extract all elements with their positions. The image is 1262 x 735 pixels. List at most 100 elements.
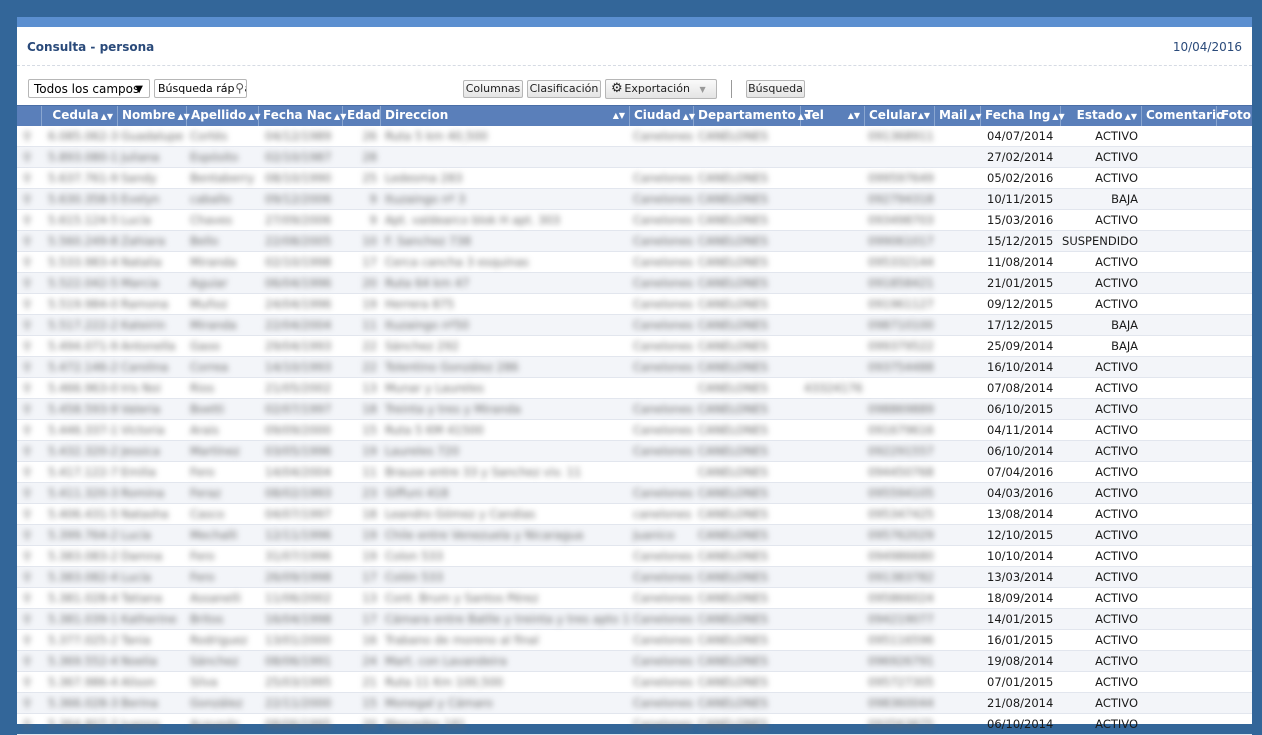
table-row[interactable]: ⚲ 5.383.082-4 Lucía Fero 26/09/1998 17 Colón 5… xyxy=(17,567,1252,588)
cell-fn: 08/06/1995 xyxy=(265,717,332,731)
view-record-icon[interactable]: ⚲ xyxy=(23,399,39,420)
view-record-icon[interactable]: ⚲ xyxy=(23,714,39,735)
view-record-icon[interactable]: ⚲ xyxy=(23,546,39,567)
table-row[interactable]: ⚲ 5.533.983-4 Natalia Miranda 02/10/1998 17 Ce… xyxy=(17,252,1252,273)
header-mail[interactable]: Mail ▲▼ xyxy=(935,106,982,126)
table-row[interactable]: ⚲ 5.472.146-2 Carolina Correa 14/10/1993 22 To… xyxy=(17,357,1252,378)
cell-ciu: Canelones xyxy=(633,171,694,185)
field-select[interactable]: Todos los campos ▼ xyxy=(28,79,150,98)
header-estado[interactable]: Estado ▲▼ xyxy=(1061,106,1142,126)
view-record-icon[interactable]: ⚲ xyxy=(23,294,39,315)
view-record-icon[interactable]: ⚲ xyxy=(23,252,39,273)
cell-ape: Mechalli xyxy=(190,528,238,542)
table-row[interactable]: ⚲ 5.458.593-9 Valeria Boetti 02/07/1997 18 Tre… xyxy=(17,399,1252,420)
header-foto[interactable]: Foto xyxy=(1217,106,1252,126)
header-ciudad[interactable]: Ciudad ▲▼ xyxy=(630,106,695,126)
cell-nom: Zahiara xyxy=(121,234,166,248)
cell-nom: Ivanna xyxy=(121,717,160,731)
view-record-icon[interactable]: ⚲ xyxy=(23,210,39,231)
table-row[interactable]: ⚲ 5.519.984-0 Ramona Muñoz 24/04/1996 19 Herre… xyxy=(17,294,1252,315)
view-record-icon[interactable]: ⚲ xyxy=(23,483,39,504)
view-record-icon[interactable]: ⚲ xyxy=(23,630,39,651)
header-comentario[interactable]: Comentario xyxy=(1142,106,1224,126)
table-row[interactable]: ⚲ 5.417.122-7 Emilia Fero 14/04/2004 11 Brause… xyxy=(17,462,1252,483)
cell-ciu: Canelones xyxy=(633,255,694,269)
table-row[interactable]: ⚲ 5.630.358-5 Evelyn caballo 09/12/2006 9 Ituz… xyxy=(17,189,1252,210)
view-record-icon[interactable]: ⚲ xyxy=(23,189,39,210)
view-record-icon[interactable]: ⚲ xyxy=(23,273,39,294)
table-row[interactable]: ⚲ 5.893.080-1 Juliana Espósito 02/10/1987 28 2… xyxy=(17,147,1252,168)
view-record-icon[interactable]: ⚲ xyxy=(23,336,39,357)
view-record-icon[interactable]: ⚲ xyxy=(23,672,39,693)
header-cedula[interactable]: Cedula ▲▼ xyxy=(42,106,118,126)
table-row[interactable]: ⚲ 5.364.807-2 Ivanna Acevedo 08/06/1995 20 Mer… xyxy=(17,714,1252,735)
grid-header: Cedula ▲▼ Nombre ▲▼ Apellido ▲▼ Fecha Nac ▲▼… xyxy=(17,105,1252,126)
header-celular[interactable]: Celular ▲▼ xyxy=(865,106,935,126)
view-record-icon[interactable]: ⚲ xyxy=(23,525,39,546)
table-row[interactable]: ⚲ 5.446.337-1 Victoria Arais 09/09/2000 15 Rut… xyxy=(17,420,1252,441)
view-record-icon[interactable]: ⚲ xyxy=(23,315,39,336)
cell-edad: 19 xyxy=(362,297,377,311)
header-tel[interactable]: Tel ▲▼ xyxy=(801,106,865,126)
table-row[interactable]: ⚲ 5.366.028-3 Berina González 22/11/2000 15 Mo… xyxy=(17,693,1252,714)
cell-nom: Berina xyxy=(121,696,159,710)
table-row[interactable]: ⚲ 5.369.552-4 Noelia Sánchez 08/06/1991 24 Mar… xyxy=(17,651,1252,672)
view-record-icon[interactable]: ⚲ xyxy=(23,567,39,588)
cell-estado: ACTIVO xyxy=(1095,633,1138,647)
cell-cel: 099061017 xyxy=(868,234,934,248)
sort-button[interactable]: Clasificación xyxy=(527,80,601,98)
cell-estado: ACTIVO xyxy=(1095,507,1138,521)
table-row[interactable]: ⚲ 5.411.320-3 Romina Feraz 08/02/1993 23 Giffu… xyxy=(17,483,1252,504)
table-row[interactable]: ⚲ 5.383.083-2 Damna Fero 31/07/1996 19 Colon 5… xyxy=(17,546,1252,567)
view-record-icon[interactable]: ⚲ xyxy=(23,651,39,672)
view-record-icon[interactable]: ⚲ xyxy=(23,441,39,462)
table-row[interactable]: ⚲ 5.615.124-5 Lucía Chaves 27/09/2006 9 Apt. v… xyxy=(17,210,1252,231)
view-record-icon[interactable]: ⚲ xyxy=(23,147,39,168)
view-record-icon[interactable]: ⚲ xyxy=(23,693,39,714)
table-row[interactable]: ⚲ 5.466.963-0 Iris Noi Rios 21/05/2002 13 Muna… xyxy=(17,378,1252,399)
view-record-icon[interactable]: ⚲ xyxy=(23,378,39,399)
table-row[interactable]: ⚲ 6.085.062-3 Guadalupe Cortés 04/12/1989 26 R… xyxy=(17,126,1252,147)
header-nombre[interactable]: Nombre ▲▼ xyxy=(118,106,190,126)
header-direccion[interactable]: Direccion ▲▼ xyxy=(381,106,630,126)
table-row[interactable]: ⚲ 5.367.986-4 Alison Silva 25/03/1995 21 Ruta … xyxy=(17,672,1252,693)
cell-fecha-ing: 07/04/2016 xyxy=(987,465,1054,479)
columns-button[interactable]: Columnas xyxy=(463,80,523,98)
view-record-icon[interactable]: ⚲ xyxy=(23,588,39,609)
table-row[interactable]: ⚲ 5.406.431-5 Natasha Casco 04/07/1997 18 Lean… xyxy=(17,504,1252,525)
table-row[interactable]: ⚲ 5.432.320-2 Jessica Martínez 03/05/1996 19 L… xyxy=(17,441,1252,462)
cell-dir: Ledesma 283 xyxy=(385,171,463,185)
table-row[interactable]: ⚲ 5.494.071-9 Antonella Gaoo 29/04/1993 22 Sán… xyxy=(17,336,1252,357)
header-edad[interactable]: Edad xyxy=(343,106,381,126)
view-record-icon[interactable]: ⚲ xyxy=(23,357,39,378)
header-label: Nombre xyxy=(122,108,176,122)
table-row[interactable]: ⚲ 5.522.042-5 Marcia Aguiar 06/04/1996 20 Ruta… xyxy=(17,273,1252,294)
view-record-icon[interactable]: ⚲ xyxy=(23,504,39,525)
view-record-icon[interactable]: ⚲ xyxy=(23,168,39,189)
cell-nom: Tatiana xyxy=(121,591,163,605)
table-row[interactable]: ⚲ 5.377.025-2 Tania Rodriguez 13/01/2000 16 Tr… xyxy=(17,630,1252,651)
table-row[interactable]: ⚲ 5.399.764-2 Lucía Mechalli 12/11/1996 19 Chi… xyxy=(17,525,1252,546)
cell-tel xyxy=(804,672,862,693)
view-record-icon[interactable]: ⚲ xyxy=(23,609,39,630)
view-record-icon[interactable]: ⚲ xyxy=(23,231,39,252)
table-row[interactable]: ⚲ 5.381.039-1 Katherine Britos 16/04/1998 17 C… xyxy=(17,609,1252,630)
header-fecha-nac[interactable]: Fecha Nac ▲▼ xyxy=(259,106,346,126)
cell-fecha-ing: 27/02/2014 xyxy=(987,150,1054,164)
table-row[interactable]: ⚲ 5.560.249-8 Zahiara Bello 22/08/2005 10 F. S… xyxy=(17,231,1252,252)
table-row[interactable]: ⚲ 5.517.222-2 Kateirin Miranda 22/04/2004 11 I… xyxy=(17,315,1252,336)
header-fecha-ing[interactable]: Fecha Ing ▲▼ xyxy=(981,106,1065,126)
cell-edad: 15 xyxy=(362,696,377,710)
header-departamento[interactable]: Departamento ▲▼ xyxy=(694,106,810,126)
cell-tel xyxy=(804,441,862,462)
search-button[interactable]: Búsqueda xyxy=(746,80,805,98)
table-row[interactable]: ⚲ 5.381.028-4 Tatiana Assanelli 11/06/2002 13… xyxy=(17,588,1252,609)
view-record-icon[interactable]: ⚲ xyxy=(23,126,39,147)
quick-search-input[interactable]: Búsqueda rápida ⚲ xyxy=(154,79,247,98)
view-record-icon[interactable]: ⚲ xyxy=(23,420,39,441)
export-button[interactable]: ⚙ Exportación ▼ xyxy=(605,79,717,99)
table-row[interactable]: ⚲ 5.637.761-9 Sandy Bentaberry 08/10/1990 25 L… xyxy=(17,168,1252,189)
cell-tel xyxy=(804,714,862,735)
header-apellido[interactable]: Apellido ▲▼ xyxy=(187,106,261,126)
view-record-icon[interactable]: ⚲ xyxy=(23,462,39,483)
